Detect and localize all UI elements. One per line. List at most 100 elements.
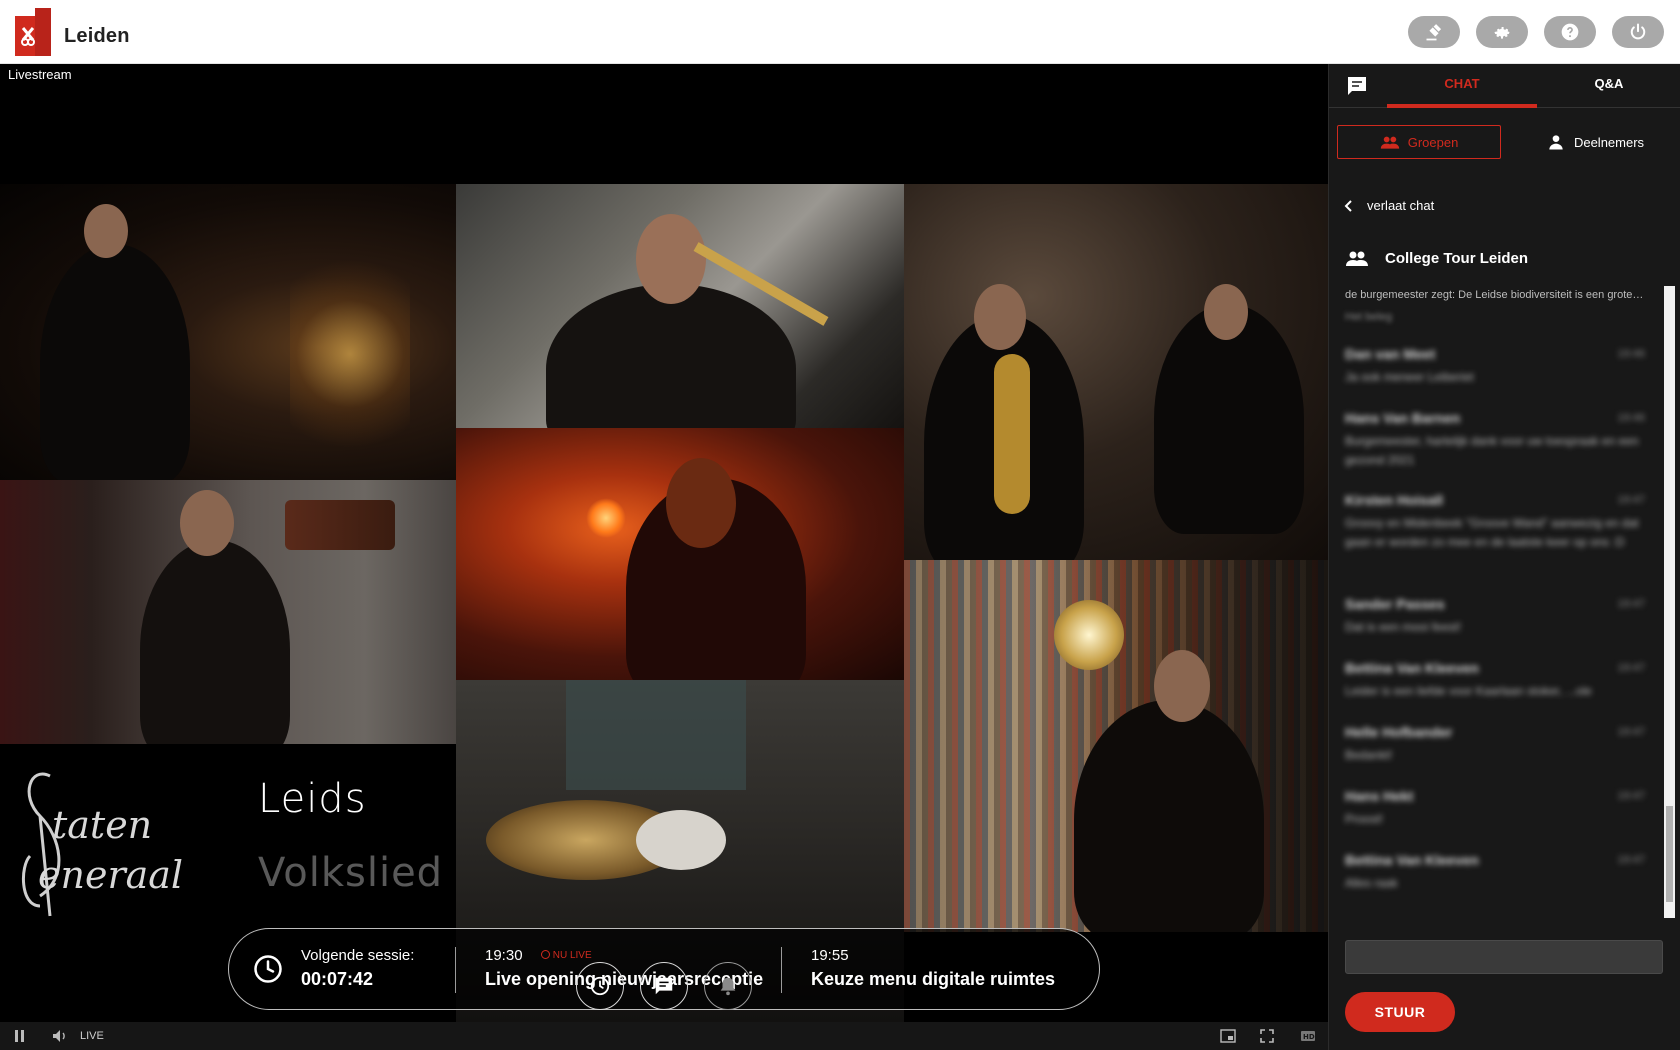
divider [781, 947, 782, 993]
chat-message-input[interactable] [1345, 940, 1663, 974]
top-bar: Leiden [0, 0, 1680, 64]
list-item: Dan van Meet 19:46 Ja ook meneer Leiberi… [1345, 346, 1645, 387]
message-text: Groovy en Midenbeek "Groove Wand" aanwez… [1345, 516, 1639, 549]
message-time: 19:47 [1617, 854, 1645, 866]
countdown: 00:07:42 [301, 969, 374, 989]
settings-button[interactable] [1476, 16, 1528, 48]
bell-icon [720, 977, 736, 996]
list-item: Hans Hekt 19:47 Proost! [1345, 788, 1645, 829]
chat-panel: CHAT Q&A Groepen Deelnemers verlaat chat… [1328, 64, 1680, 1050]
next-session-label: Volgende sessie: [301, 947, 415, 964]
session-title: Keuze menu digitale ruimtes [811, 969, 1056, 989]
fullscreen-icon[interactable] [1260, 1029, 1274, 1043]
message-time: 19:46 [1617, 412, 1645, 424]
svg-text:taten: taten [52, 803, 152, 847]
tab-chat[interactable]: CHAT [1387, 76, 1537, 91]
chat-bubble-icon [1348, 77, 1366, 95]
leave-chat-link[interactable]: verlaat chat [1343, 198, 1434, 213]
tab-qa[interactable]: Q&A [1537, 76, 1680, 91]
list-item: Hans Van Barnen 19:46 Burgemeester, hart… [1345, 410, 1645, 470]
session-time: 19:55 [811, 947, 849, 964]
live-badge-label: NU LIVE [552, 950, 592, 961]
group-name: College Tour Leiden [1385, 249, 1529, 267]
active-tab-indicator [1387, 104, 1537, 108]
segment-groups-label: Groepen [1407, 134, 1459, 150]
picture-in-picture-icon[interactable] [1220, 1029, 1236, 1043]
power-icon [1630, 23, 1646, 40]
send-button[interactable]: STUUR [1345, 992, 1455, 1032]
video-tile-clarinet [0, 480, 456, 744]
staten-generaal-signature: taten eneraal [21, 772, 183, 917]
clock-icon [590, 976, 610, 996]
live-dot-icon [540, 950, 550, 959]
segment-participants[interactable]: Deelnemers [1513, 125, 1677, 159]
pause-icon[interactable] [14, 1029, 26, 1043]
message-text: Proost! [1345, 812, 1384, 826]
overlay-title-line2: Volkslied [258, 850, 444, 896]
message-text: Bedankt! [1345, 748, 1393, 762]
list-item: Helle Hofbander 19:47 Bedankt! [1345, 724, 1645, 765]
video-tile-bass [0, 184, 456, 480]
message-author: Hans Hekt [1345, 788, 1414, 804]
video-tile-trumpet [904, 560, 1328, 932]
group-icon [1346, 251, 1368, 266]
session-item[interactable]: 19:55 Keuze menu digitale ruimtes [811, 947, 1055, 990]
video-tile-singer [456, 428, 904, 680]
schedule-button[interactable] [576, 962, 624, 1010]
session-time: 19:30 [485, 947, 523, 964]
divider [455, 947, 456, 993]
message-time: 19:47 [1617, 790, 1645, 802]
message-text: Leider is een liefde voor Kaarlaan stoke… [1345, 684, 1592, 698]
logout-button[interactable] [1612, 16, 1664, 48]
list-item: Bettina Van Kleeven 19:47 Alles raak [1345, 852, 1645, 893]
message-author: Bettina Van Kleeven [1345, 660, 1479, 676]
message-text: Het beleg [1345, 311, 1393, 323]
message-text: Dat is een mooi feest! [1345, 620, 1462, 634]
list-item: Sander Passes 19:47 Dat is een mooi fees… [1345, 596, 1645, 637]
message-author: Bettina Van Kleeven [1345, 852, 1479, 868]
message-time: 19:47 [1617, 494, 1645, 506]
gavel-button[interactable] [1408, 16, 1460, 48]
svg-text:HD: HD [1303, 1033, 1315, 1041]
overlay-title-line1: Leids [258, 776, 367, 822]
segment-groups[interactable]: Groepen [1337, 125, 1501, 159]
message-time: 19:46 [1617, 348, 1645, 360]
message-author: Hans Van Barnen [1345, 410, 1461, 426]
segment-participants-label: Deelnemers [1573, 134, 1645, 150]
list-item: Bettina Van Kleeven 19:47 Leider is een … [1345, 660, 1645, 701]
clock-icon [254, 955, 282, 983]
message-text: Ja ook meneer Leiberiet [1345, 370, 1474, 384]
message-text: Burgemeester, hartelijk dank voor uw toe… [1345, 434, 1639, 467]
person-icon [1549, 135, 1563, 150]
notifications-button[interactable] [704, 962, 752, 1010]
next-session-block: Volgende sessie: 00:07:42 [301, 947, 414, 990]
help-icon [1561, 23, 1579, 41]
help-button[interactable] [1544, 16, 1596, 48]
message-time: 19:47 [1617, 726, 1645, 738]
message-author: Sander Passes [1345, 596, 1445, 612]
player-controls: LIVE HD [0, 1022, 1328, 1050]
list-item: Kirsten Hoisall 19:47 Groovy en Midenbee… [1345, 492, 1645, 552]
current-group: College Tour Leiden [1345, 246, 1528, 270]
livestream-video[interactable]: Livestream taten eneraal Leids Volkslied… [0, 64, 1328, 1022]
scrollbar-thumb[interactable] [1666, 806, 1673, 902]
gear-icon [1494, 27, 1510, 39]
leave-chat-label: verlaat chat [1367, 198, 1435, 213]
message-scrollbar[interactable] [1664, 286, 1675, 918]
message-author: Helle Hofbander [1345, 724, 1453, 740]
svg-text:eneraal: eneraal [38, 853, 183, 897]
video-tile-saxophone [904, 184, 1328, 560]
live-indicator: LIVE [80, 1030, 104, 1042]
message-list[interactable]: de burgemeester zegt: De Leidse biodiver… [1329, 286, 1680, 920]
panel-tabs: CHAT Q&A [1329, 64, 1680, 108]
leiden-logo[interactable] [15, 8, 55, 56]
message-text: Alles raak [1345, 876, 1398, 890]
volume-icon[interactable] [52, 1029, 68, 1043]
brand-name: Leiden [64, 25, 130, 47]
quality-icon[interactable]: HD [1300, 1029, 1316, 1043]
message-time: 19:47 [1617, 598, 1645, 610]
group-icon [1380, 136, 1399, 149]
gavel-icon [1426, 24, 1442, 41]
chat-toggle-button[interactable] [640, 962, 688, 1010]
message-author: Dan van Meet [1345, 346, 1436, 362]
